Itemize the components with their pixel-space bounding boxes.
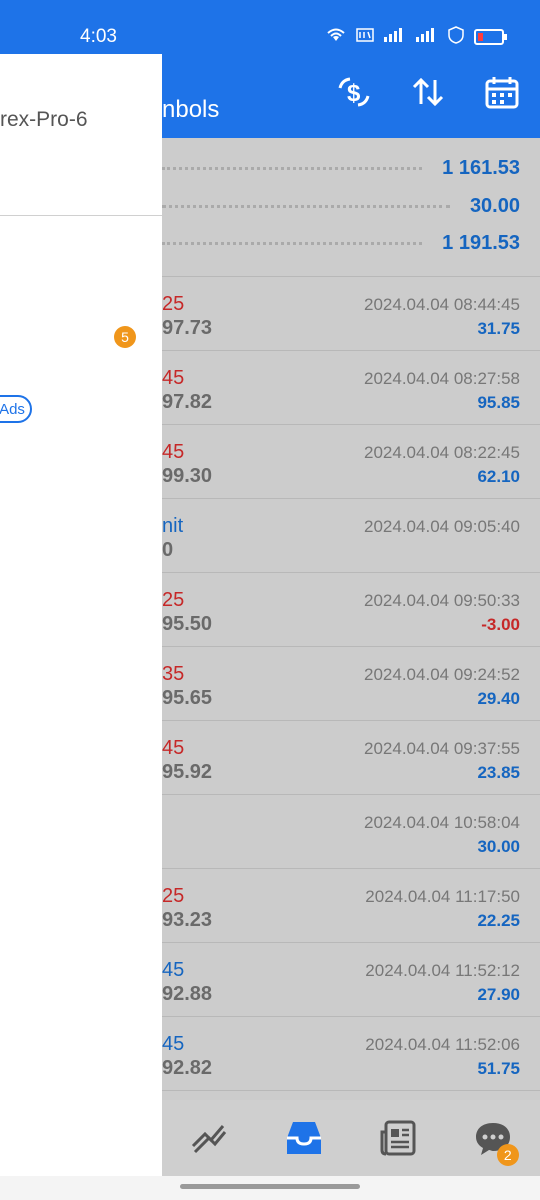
deal-time: 2024.04.04 08:22:45 <box>364 443 520 462</box>
summary-block: 1 161.53 30.00 1 191.53 <box>162 138 540 277</box>
deal-time: 2024.04.04 09:37:55 <box>364 739 520 758</box>
dotted-leader <box>162 204 450 208</box>
deal-amount: -3.00 <box>481 615 520 634</box>
notification-badge: 5 <box>114 326 136 348</box>
status-icons <box>326 26 507 47</box>
deal-symbol-fragment: 25 <box>162 589 185 611</box>
bottom-nav: 2 <box>162 1100 540 1176</box>
deal-amount: 31.75 <box>477 319 520 338</box>
calendar-icon[interactable] <box>484 74 520 118</box>
battery-icon <box>474 28 507 45</box>
deal-price-fragment: 95.92 <box>162 761 213 783</box>
status-time: 4:03 <box>80 26 117 47</box>
volte-icon <box>356 27 374 46</box>
security-shield-icon <box>448 26 464 47</box>
deal-symbol-fragment: 25 <box>162 885 185 907</box>
signal-icon-2 <box>416 28 438 45</box>
deal-price-fragment: 0 <box>162 539 174 561</box>
deal-price-fragment: 95.50 <box>162 613 213 635</box>
deal-time: 2024.04.04 11:52:12 <box>365 961 520 980</box>
deal-amount: 62.10 <box>477 467 520 486</box>
deal-symbol-fragment: 45 <box>162 959 185 981</box>
dotted-leader <box>162 166 423 170</box>
deal-row[interactable]: 45 95.92 2024.04.04 09:37:55 23.85 <box>162 721 540 795</box>
deal-row[interactable]: 25 97.73 2024.04.04 08:44:45 31.75 <box>162 277 540 351</box>
signal-icon-1 <box>384 28 406 45</box>
deal-time: 2024.04.04 11:52:06 <box>365 1035 520 1054</box>
deal-price-fragment: 99.30 <box>162 465 213 487</box>
deal-amount: 27.90 <box>477 985 520 1004</box>
news-nav-button[interactable] <box>368 1108 428 1168</box>
svg-text:$: $ <box>347 80 361 107</box>
deal-price-fragment: 92.82 <box>162 1057 213 1079</box>
page-title: nbols <box>162 96 220 123</box>
deal-time: 2024.04.04 10:58:04 <box>364 813 520 832</box>
deposit-dollar-icon[interactable]: $ <box>336 74 372 118</box>
deal-amount: 95.85 <box>477 393 520 412</box>
dotted-leader <box>162 241 423 245</box>
deal-amount: 30.00 <box>477 837 520 856</box>
home-gesture-bar[interactable] <box>180 1184 360 1189</box>
app-bar: nbols $ <box>162 54 540 138</box>
wifi-icon <box>326 27 346 46</box>
deal-row[interactable]: 45 97.82 2024.04.04 08:27:58 95.85 <box>162 351 540 425</box>
deal-price-fragment: 93.23 <box>162 909 213 931</box>
deal-row[interactable]: 45 92.88 2024.04.04 11:52:12 27.90 <box>162 943 540 1017</box>
deal-list: 25 97.73 2024.04.04 08:44:45 31.75 45 97.82 20… <box>162 277 540 1091</box>
deal-amount: 29.40 <box>477 689 520 708</box>
deal-row[interactable]: 25 93.23 2024.04.04 11:17:50 22.25 <box>162 869 540 943</box>
deal-row[interactable]: 45 99.30 2024.04.04 08:22:45 62.10 <box>162 425 540 499</box>
deal-symbol-fragment: 25 <box>162 293 185 315</box>
summary-value: 30.00 <box>469 194 520 217</box>
deal-symbol-fragment: 45 <box>162 367 185 389</box>
deal-time: 2024.04.04 11:17:50 <box>365 887 520 906</box>
history-panel: 1 161.53 30.00 1 191.53 25 97.73 2024.04.0… <box>162 138 540 1176</box>
ads-button[interactable]: Ads <box>0 395 32 423</box>
deal-symbol-fragment: nit <box>162 515 184 537</box>
deal-symbol-fragment: 45 <box>162 441 185 463</box>
deal-time: 2024.04.04 08:44:45 <box>364 295 520 314</box>
deal-row[interactable]: 25 95.50 2024.04.04 09:50:33 -3.00 <box>162 573 540 647</box>
deal-time: 2024.04.04 08:27:58 <box>364 369 520 388</box>
news-icon <box>380 1120 416 1156</box>
deal-symbol-fragment: 45 <box>162 1033 185 1055</box>
deal-time: 2024.04.04 09:24:52 <box>364 665 520 684</box>
deal-price-fragment: 97.73 <box>162 317 213 339</box>
history-nav-button[interactable] <box>274 1108 334 1168</box>
deal-price-fragment: 97.82 <box>162 391 213 413</box>
deal-price-fragment: 92.88 <box>162 983 213 1005</box>
deal-amount: 22.25 <box>477 911 520 930</box>
summary-row: 1 161.53 <box>162 150 520 186</box>
deal-row[interactable]: 2024.04.04 10:58:04 30.00 <box>162 795 540 869</box>
deal-row[interactable]: 35 95.65 2024.04.04 09:24:52 29.40 <box>162 647 540 721</box>
deal-price-fragment: 95.65 <box>162 687 213 709</box>
deal-row[interactable]: 45 92.82 2024.04.04 11:52:06 51.75 <box>162 1017 540 1091</box>
deal-time: 2024.04.04 09:05:40 <box>364 517 520 536</box>
account-name: rex-Pro-6 <box>0 108 88 131</box>
deal-amount: 51.75 <box>477 1059 520 1078</box>
trade-nav-button[interactable] <box>179 1108 239 1168</box>
summary-value: 1 191.53 <box>442 231 520 254</box>
divider <box>0 215 162 216</box>
summary-row: 1 191.53 <box>162 225 520 261</box>
chat-badge: 2 <box>496 1144 519 1166</box>
navigation-drawer: rex-Pro-6 5 Ads <box>0 54 162 1176</box>
chat-nav-button[interactable]: 2 <box>463 1108 523 1168</box>
summary-value: 1 161.53 <box>442 156 520 179</box>
deal-symbol-fragment: 35 <box>162 663 185 685</box>
deal-time: 2024.04.04 09:50:33 <box>364 591 520 610</box>
sort-icon[interactable] <box>410 74 446 118</box>
trade-chart-icon <box>192 1125 227 1154</box>
inbox-icon <box>286 1122 321 1154</box>
status-bar: 4:03 <box>0 0 540 54</box>
app-bar-actions: $ <box>336 74 520 118</box>
deal-row[interactable]: nit 0 2024.04.04 09:05:40 <box>162 499 540 573</box>
deal-amount: 23.85 <box>477 763 520 782</box>
deal-symbol-fragment: 45 <box>162 737 185 759</box>
summary-row: 30.00 <box>162 188 520 224</box>
